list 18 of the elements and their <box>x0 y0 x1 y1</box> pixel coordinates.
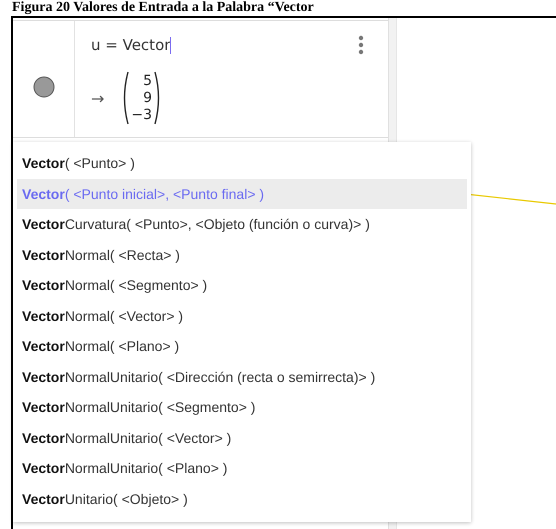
suggestion-item[interactable]: Vector( <Punto> ) <box>17 148 467 178</box>
more-options-icon[interactable] <box>358 35 364 55</box>
suggestion-item[interactable]: VectorNormalUnitario( <Dirección (recta o semirrecta)> ) <box>17 362 467 392</box>
suggestion-item[interactable]: VectorNormal( <Recta> ) <box>17 240 467 270</box>
visibility-dot-icon[interactable] <box>32 76 54 98</box>
input-field[interactable]: u = Vector <box>91 36 172 54</box>
vector-output: 5 9 −3 <box>120 71 164 125</box>
suggestion-item[interactable]: VectorNormalUnitario( <Segmento> ) <box>17 392 467 422</box>
suggestion-item[interactable]: VectorNormal( <Segmento> ) <box>17 270 467 300</box>
suggestion-item[interactable]: VectorNormal( <Plano> ) <box>17 331 467 362</box>
output-arrow: → <box>91 88 104 108</box>
suggestion-item[interactable]: Vector( <Punto inicial>, <Punto final> ) <box>17 178 467 209</box>
figure-caption: Figura 20 Valores de Entrada a la Palabra “Vector <box>11 0 315 16</box>
suggestion-item[interactable]: VectorNormalUnitario( <Vector> ) <box>17 422 467 453</box>
suggestion-item[interactable]: VectorNormalUnitario( <Plano> ) <box>17 453 467 484</box>
suggestion-item[interactable]: VectorCurvatura( <Punto>, <Objeto (función o curva)> ) <box>17 209 467 240</box>
suggestion-item[interactable]: VectorUnitario( <Objeto> ) <box>17 484 467 514</box>
suggestion-item[interactable]: VectorNormal( <Vector> ) <box>17 300 467 331</box>
